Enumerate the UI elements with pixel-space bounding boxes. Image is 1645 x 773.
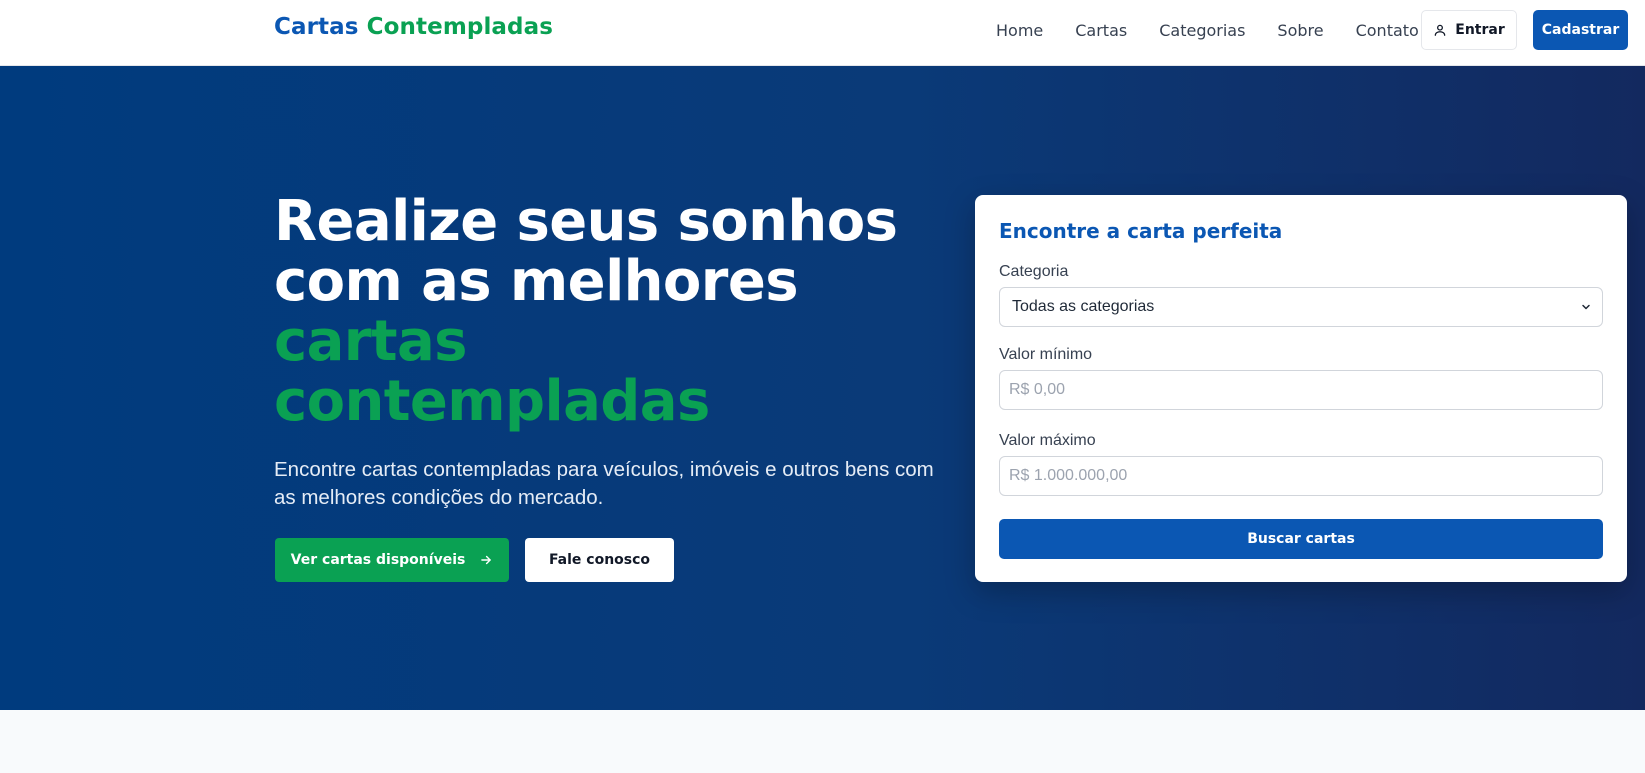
nav-contato[interactable]: Contato bbox=[1356, 21, 1419, 40]
site-header: Cartas Contempladas Home Cartas Categori… bbox=[0, 0, 1645, 66]
headline-line-1: Realize seus sonhos bbox=[274, 189, 898, 254]
headline-line-2: com as melhores bbox=[274, 249, 799, 314]
signup-button[interactable]: Cadastrar bbox=[1533, 10, 1628, 50]
main-nav: Home Cartas Categorias Sobre Contato bbox=[996, 0, 1419, 60]
view-cards-button[interactable]: Ver cartas disponíveis bbox=[275, 538, 509, 582]
arrow-right-icon bbox=[481, 555, 492, 565]
search-card: Encontre a carta perfeita Categoria Toda… bbox=[975, 195, 1627, 582]
login-label: Entrar bbox=[1455, 22, 1505, 38]
contact-us-button[interactable]: Fale conosco bbox=[525, 538, 674, 582]
max-value-label: Valor máximo bbox=[999, 432, 1096, 449]
brand-logo-part1: Cartas bbox=[274, 14, 359, 40]
nav-cartas[interactable]: Cartas bbox=[1075, 21, 1127, 40]
hero-section: Realize seus sonhos com as melhores cart… bbox=[0, 66, 1645, 710]
hero-subtitle: Encontre cartas contempladas para veícul… bbox=[274, 458, 934, 509]
nav-home[interactable]: Home bbox=[996, 21, 1043, 40]
min-value-label: Valor mínimo bbox=[999, 346, 1093, 363]
min-value-input[interactable]: R$ 0,00 bbox=[999, 370, 1603, 410]
max-value-input[interactable]: R$ 1.000.000,00 bbox=[999, 456, 1603, 496]
nav-categorias[interactable]: Categorias bbox=[1159, 21, 1245, 40]
nav-sobre[interactable]: Sobre bbox=[1277, 21, 1323, 40]
chevron-down-icon bbox=[1582, 304, 1590, 310]
brand-logo[interactable]: Cartas Contempladas bbox=[274, 14, 553, 40]
category-select[interactable]: Todas as categorias bbox=[999, 287, 1603, 327]
headline-green-line-2: contempladas bbox=[274, 369, 710, 434]
user-icon bbox=[1434, 24, 1446, 36]
search-card-title: Encontre a carta perfeita bbox=[999, 219, 1283, 243]
login-button[interactable]: Entrar bbox=[1421, 10, 1517, 50]
headline-green-line-1: cartas bbox=[274, 309, 468, 374]
category-select-value: Todas as categorias bbox=[1012, 298, 1155, 315]
search-button[interactable]: Buscar cartas bbox=[999, 519, 1603, 559]
category-label: Categoria bbox=[999, 263, 1069, 280]
brand-logo-part2: Contempladas bbox=[366, 14, 554, 40]
hero-headline: Realize seus sonhos com as melhores cart… bbox=[274, 192, 934, 432]
view-cards-label: Ver cartas disponíveis bbox=[290, 552, 466, 568]
